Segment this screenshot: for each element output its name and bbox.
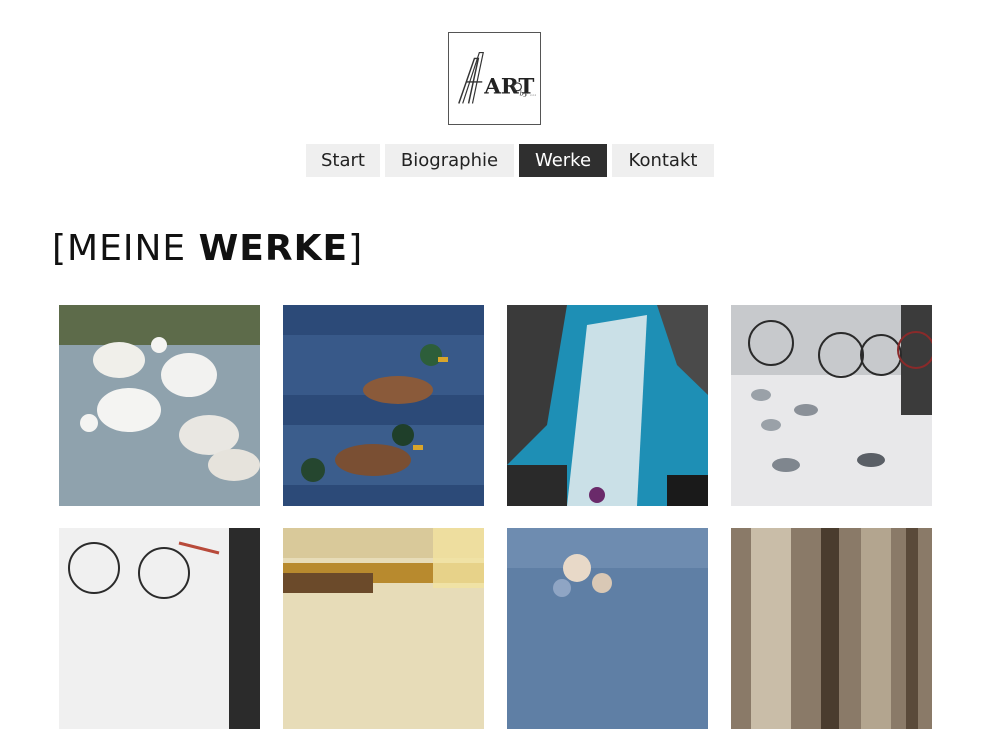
artwork-tile[interactable] bbox=[507, 528, 708, 729]
artwork-tile[interactable] bbox=[731, 528, 932, 729]
artwork-image bbox=[59, 528, 260, 729]
artwork-tile[interactable] bbox=[507, 305, 708, 506]
artwork-tile[interactable] bbox=[59, 528, 260, 729]
page-title: [MEINE WERKE] bbox=[52, 228, 363, 269]
artwork-tile[interactable] bbox=[283, 305, 484, 506]
heading-close: ] bbox=[348, 228, 364, 269]
artwork-tile[interactable] bbox=[59, 305, 260, 506]
artwork-image bbox=[283, 528, 484, 729]
logo-small-text: by ... bbox=[519, 90, 536, 98]
artwork-image bbox=[507, 305, 708, 506]
main-navigation: Start Biographie Werke Kontakt bbox=[306, 144, 714, 177]
art-logo-icon: ART by ... bbox=[458, 51, 536, 104]
nav-start[interactable]: Start bbox=[306, 144, 380, 177]
artwork-tile[interactable] bbox=[283, 528, 484, 729]
nav-kontakt[interactable]: Kontakt bbox=[612, 144, 714, 177]
nav-werke[interactable]: Werke bbox=[519, 144, 607, 177]
heading-bold: WERKE bbox=[198, 228, 349, 269]
artwork-tile[interactable] bbox=[731, 305, 932, 506]
nav-biographie[interactable]: Biographie bbox=[385, 144, 514, 177]
artwork-image bbox=[59, 305, 260, 506]
artwork-image bbox=[283, 305, 484, 506]
artwork-image bbox=[507, 528, 708, 729]
site-logo[interactable]: ART by ... bbox=[448, 32, 541, 125]
artwork-image bbox=[731, 305, 932, 506]
heading-open: [MEINE bbox=[52, 228, 199, 269]
artwork-gallery bbox=[59, 305, 932, 729]
artwork-image bbox=[731, 528, 932, 729]
